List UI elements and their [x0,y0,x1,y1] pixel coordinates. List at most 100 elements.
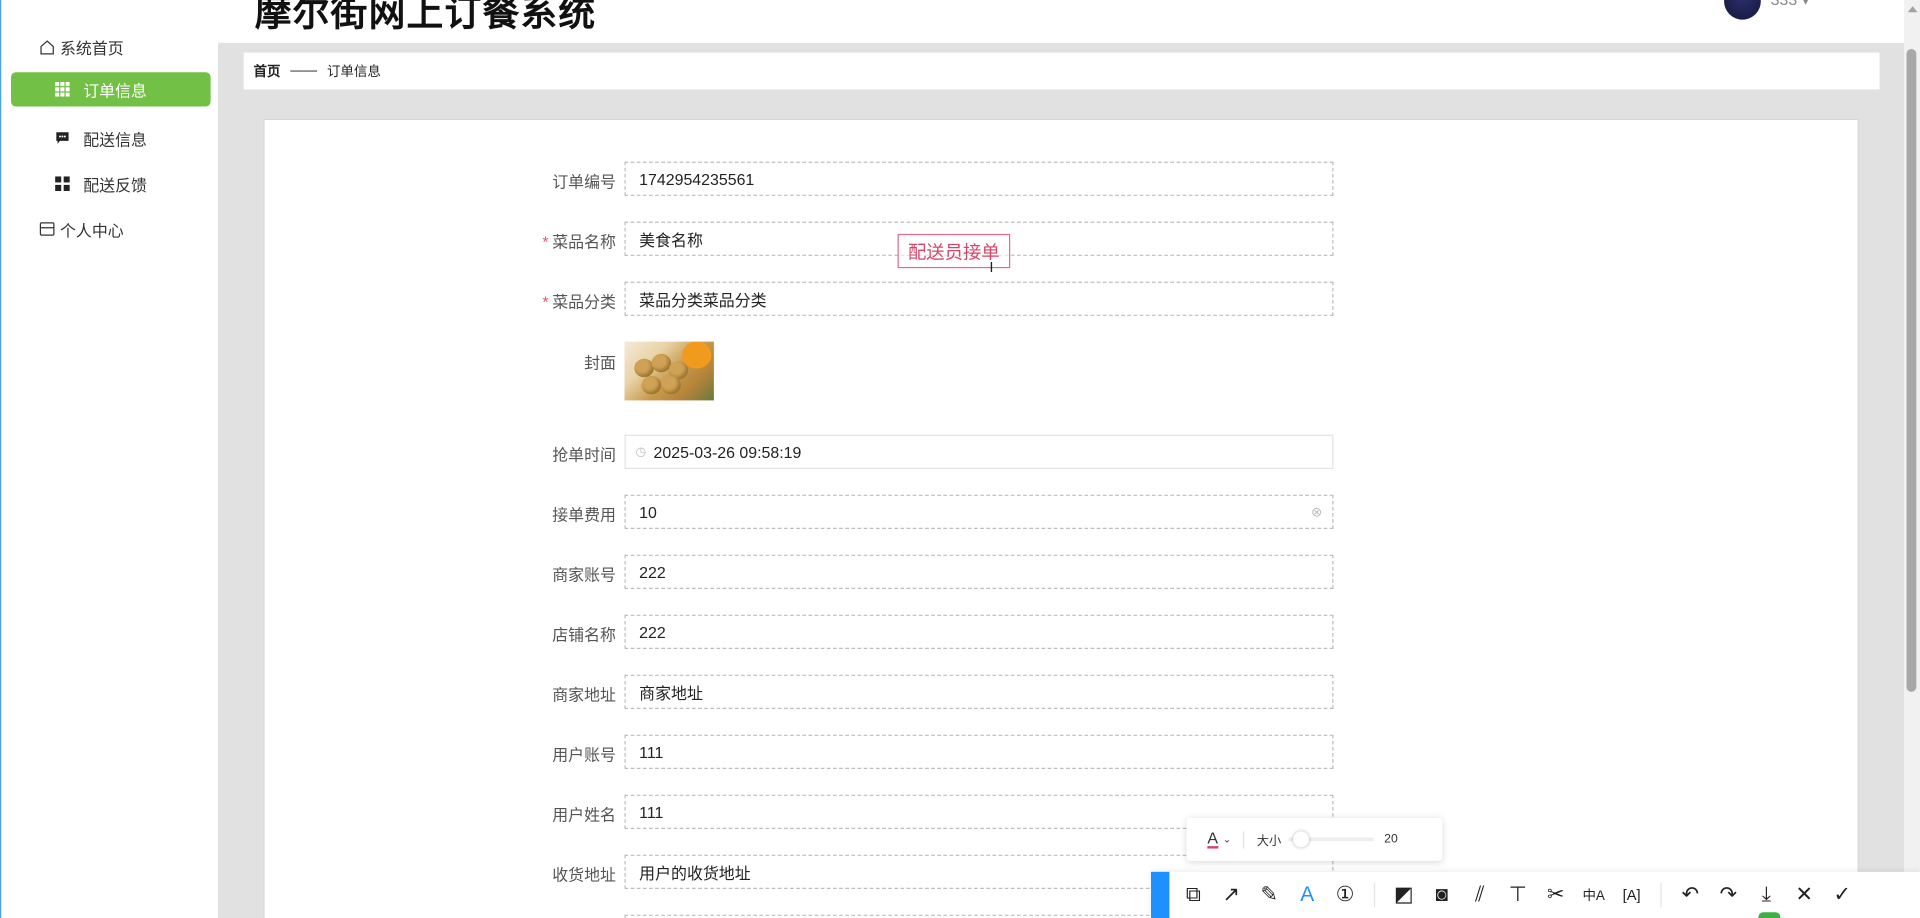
field-label-text: 封面 [584,353,616,373]
field-label-text: 商家账号 [552,565,616,585]
form-row: 封面 [264,341,1860,401]
pin-toolbar-icon[interactable] [1151,871,1170,918]
header: 摩尔街网上订餐系统 333 ▾ [217,0,1905,43]
field-label: 订单编号 [552,169,616,192]
scrollbar-thumb[interactable] [1906,48,1917,692]
size-label: 大小 [1256,835,1282,849]
pin-top-icon[interactable]: ⊤ [1499,877,1537,914]
text-icon[interactable]: A [1288,877,1326,914]
field-label: 商家地址 [552,682,616,705]
arrow-icon[interactable]: ↗ [1212,877,1250,914]
sidebar-item-delivery[interactable]: 配送信息 [11,121,211,155]
field-label-text: 店铺名称 [552,625,616,645]
form-row: * 菜品分类 菜品分类菜品分类 [264,281,1860,316]
sidebar-item-label: 配送信息 [83,130,147,149]
required-marker: * [542,292,549,312]
page-title: 摩尔街网上订餐系统 [254,0,597,35]
status-indicator [1758,912,1781,918]
text-cursor-icon: I [989,258,994,276]
field-label-text: 用户账号 [552,745,616,765]
download-icon[interactable]: ⤓ [1747,877,1785,914]
breadcrumb: 首页 —— 订单信息 [243,52,1880,90]
translate-icon[interactable]: 中A [1575,877,1613,914]
grab-time-field[interactable]: ◷ 2025-03-26 09:58:19 [624,434,1334,469]
breadcrumb-home[interactable]: 首页 [253,61,280,81]
sidebar-item-feedback[interactable]: 配送反馈 [11,167,211,201]
size-slider[interactable] [1288,831,1375,848]
field-label: 收货地址 [552,862,616,885]
field-label: 接单费用 [552,502,616,525]
sidebar: 系统首页 订单信息 配送信息 配送反馈 个人中心 [0,0,218,918]
hatch-icon[interactable]: ⫽ [1461,877,1499,914]
message-icon [54,130,71,147]
order-form: 订单编号 1742954235561 * 菜品名称 美食名称 * 菜品分类 菜品分类菜品分类封… [263,118,1860,918]
field-label-text: 菜品名称 [552,232,616,252]
redo-icon[interactable]: ↷ [1709,877,1747,914]
clear-icon[interactable]: ⊗ [1311,504,1322,520]
field-value: 商家地址 [639,683,703,703]
sidebar-item-label: 订单信息 [83,81,147,100]
fee-input[interactable]: 10 ⊗ [624,494,1334,529]
text-input[interactable]: 1742954235561 [624,161,1334,196]
sidebar-item-profile[interactable]: 个人中心 [38,212,209,246]
blur-icon[interactable]: ◙ [1423,877,1461,914]
field-label-text: 用户姓名 [552,805,616,825]
pen-icon[interactable]: ✎ [1250,877,1288,914]
field-label-text: 收货地址 [552,865,616,885]
avatar[interactable] [1724,0,1761,20]
close-icon[interactable]: ✕ [1785,877,1823,914]
scrollbar[interactable] [1904,0,1920,918]
size-slider-handle[interactable] [1292,831,1309,848]
field-label-text: 接单费用 [552,505,616,525]
field-label-text: 菜品分类 [552,292,616,312]
text-input[interactable]: 222 [624,554,1334,589]
field-value: 222 [639,562,666,582]
form-row: 抢单时间 ◷ 2025-03-26 09:58:19 [264,434,1860,469]
form-row: 商家地址 商家地址 [264,674,1860,709]
scroll-up-icon[interactable] [1907,6,1918,13]
shape-icon[interactable]: ⧉ [1174,877,1212,914]
field-label: 封面 [584,350,616,373]
field-label: 用户账号 [552,742,616,765]
chevron-down-icon[interactable]: ⌄ [1223,834,1231,845]
field-label: * 菜品分类 [542,289,616,312]
confirm-icon[interactable]: ✓ [1823,877,1861,914]
sidebar-item-home[interactable]: 系统首页 [38,29,209,63]
ocr-icon[interactable]: [A] [1613,877,1651,914]
user-menu[interactable]: 333 ▾ [1771,0,1810,10]
screenshot-toolbar: ⧉ ↗ ✎ A ① ◩ ◙ ⫽ ⊤ ✂ 中A [A] ↶ ↷ ⤓ ✕ ✓ [1151,871,1920,918]
field-label: 店铺名称 [552,622,616,645]
form-row: 用户账号 111 [264,734,1860,769]
field-value: 美食名称 [639,230,703,250]
field-value: 1742954235561 [639,169,755,188]
field-value: 111 [639,802,664,822]
field-value: 用户的收货地址 [639,863,751,883]
field-label: 抢单时间 [552,442,616,465]
cover-image[interactable] [624,341,714,401]
undo-icon[interactable]: ↶ [1671,877,1709,914]
field-label-text: 订单编号 [552,172,616,192]
card-icon [38,220,55,237]
form-row: 用户姓名 111 [264,794,1860,829]
field-label: 商家账号 [552,562,616,585]
size-value: 20 [1384,832,1398,847]
field-value: 222 [639,622,666,642]
text-input[interactable]: 222 [624,614,1334,649]
number-icon[interactable]: ① [1326,877,1364,914]
cut-icon[interactable]: ✂ [1537,877,1575,914]
field-value: 2025-03-26 09:58:19 [653,442,802,462]
home-icon [38,38,55,55]
font-color-icon[interactable]: A [1207,830,1218,848]
field-label-text: 商家地址 [552,685,616,705]
mosaic-icon[interactable]: ◩ [1385,877,1423,914]
grid-icon [54,81,71,98]
text-input[interactable]: 111 [624,734,1334,769]
text-input[interactable]: 菜品分类菜品分类 [624,281,1334,316]
field-value: 111 [639,742,664,762]
text-input[interactable]: 商家地址 [624,674,1334,709]
sidebar-item-orders[interactable]: 订单信息 [11,72,211,107]
sidebar-item-label: 系统首页 [60,38,124,57]
field-value: 菜品分类菜品分类 [639,290,767,310]
form-row: * 菜品名称 美食名称 [264,221,1860,256]
breadcrumb-separator: —— [290,63,318,79]
